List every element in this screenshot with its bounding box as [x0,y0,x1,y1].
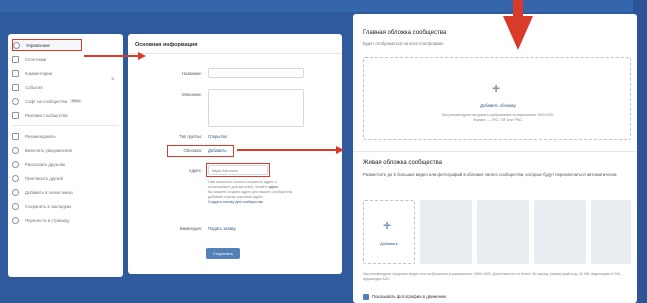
live-add-label: Добавить [380,241,398,246]
comment-icon [12,69,19,77]
cover-label: Обложка: [183,148,202,153]
calendar-icon [12,83,19,91]
invite-icon [12,174,19,182]
add-cover-link[interactable]: Добавить обложку [364,103,632,108]
sidebar-item-label: Комментарии [25,70,53,76]
save-button[interactable]: Сохранить [206,248,240,259]
cover-upload-area[interactable]: + Добавить обложку Мы рекомендуем загруж… [363,57,631,140]
sidebar-item-notifications[interactable]: Включить уведомления [12,144,120,156]
live-cover-add-slot[interactable]: + Добавить [363,200,415,264]
sidebar-item-tell-friends[interactable]: Рассказать друзьям [12,158,120,170]
list-icon [12,55,19,63]
sidebar-item-label: Перенести в страницу [25,217,70,223]
plus-icon [12,188,19,196]
sidebar-item-label: Сохранить в закладках [25,203,72,209]
live-cover-hint: Мы рекомендуем загружать видео или изобр… [363,272,622,281]
bell-icon [12,146,19,154]
cover-upload-hint: Мы рекомендуем загружать изображение в р… [441,113,555,122]
globe-icon [12,97,19,105]
address-label: Адрес: [188,168,202,173]
sidebar-item-transfer[interactable]: Перенести в страницу [12,214,120,226]
sidebar-item-label: Рассказать друзьям [25,161,65,167]
share-icon [12,160,19,168]
name-input[interactable] [208,68,304,78]
description-label: Описание: [181,92,202,97]
address-highlight-box [206,163,270,177]
gear-icon [13,41,20,49]
sidebar-item-recommend[interactable]: Рекомендовать [12,130,120,142]
sidebar-item-bookmarks[interactable]: Сохранить в закладках [12,200,120,212]
group-type-value[interactable]: Открытая [208,134,227,139]
name-label: Название: [182,71,202,76]
sidebar-item-label: Добавить в левое меню [25,189,73,195]
transfer-icon [12,216,19,224]
show-photos-motion-checkbox[interactable] [363,294,369,300]
plus-icon: + [492,80,501,96]
sidebar-divider [12,125,118,126]
sidebar-item-label: Реклама сообщества [25,112,68,118]
thumb-icon [12,132,19,140]
ad-icon [12,111,19,119]
live-cover-slot[interactable] [591,200,631,264]
main-cover-subtitle: Будет отображаться на всех платформах [363,41,444,46]
section-divider [353,151,637,152]
beta-badge: Beta [70,99,82,103]
live-cover-title: Живая обложка сообщества [363,160,442,166]
cover-settings-panel: Главная обложка сообщества Будет отображ… [353,14,637,303]
live-cover-slot[interactable] [477,200,529,264]
sidebar-item-advertising[interactable]: Реклама сообщества [12,109,120,121]
live-cover-description: Разместите до 5 больших видео или фотогр… [363,172,618,177]
sidebar-item-invite-friends[interactable]: Пригласить друзей [12,172,120,184]
wiki-label: Википедия: [179,226,202,231]
show-photos-motion-label: Показывать фотографии в движении [372,294,446,299]
panel-divider [128,53,342,54]
sidebar-item-label: События [25,84,43,90]
sidebar-item-events[interactable]: События [12,81,120,93]
live-cover-slot[interactable] [420,200,472,264]
star-icon [12,202,19,210]
create-link[interactable]: Создать ссылку для сообщества [208,200,263,204]
sidebar-item-community-apps[interactable]: Софт на сообщества Beta [12,95,120,107]
wiki-apply-link[interactable]: Подать заявку [208,226,236,231]
sidebar-item-add-left-menu[interactable]: Добавить в левое меню [12,186,120,198]
sidebar-item-manage[interactable]: Управление [12,39,82,51]
sidebar-item-label: Рекомендовать [25,133,56,139]
community-menu-sidebar: × Управление Сплетники Комментарии Событ… [8,34,123,277]
sidebar-item-label: Включить уведомления [25,147,72,153]
sidebar-item-label: Управление [26,42,50,48]
live-cover-slot[interactable] [534,200,586,264]
cover-add-link[interactable]: Добавить [208,148,227,153]
sidebar-item-gossips[interactable]: Сплетники [12,53,120,65]
plus-icon: + [383,217,392,233]
main-cover-title: Главная обложка сообщества [363,30,447,36]
sidebar-item-label: Пригласить друзей [25,175,63,181]
description-textarea[interactable] [208,89,304,127]
main-info-panel: Основная информация Название: Описание: … [128,34,342,274]
sidebar-item-label: Сплетники [25,56,47,62]
sidebar-item-comments[interactable]: Комментарии [12,67,120,79]
group-type-label: Тип группы: [179,134,202,139]
page-background-strip [0,0,647,12]
panel-title: Основная информация [135,42,198,48]
address-hint: Нам пришлось сильно сократить адрес и ис… [208,180,293,204]
sidebar-item-label: Софт на сообщества [25,98,68,104]
